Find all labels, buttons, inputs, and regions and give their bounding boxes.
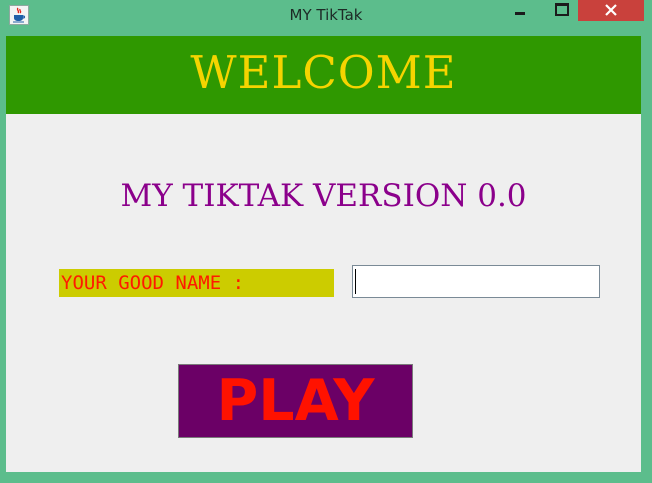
name-label: YOUR GOOD NAME : bbox=[59, 269, 334, 297]
play-button[interactable]: PLAY bbox=[178, 364, 413, 438]
close-button[interactable] bbox=[578, 0, 644, 21]
text-caret bbox=[355, 269, 356, 294]
minimize-button[interactable] bbox=[504, 0, 534, 21]
welcome-banner: WELCOME bbox=[6, 36, 641, 114]
maximize-button[interactable] bbox=[545, 0, 575, 21]
welcome-heading: WELCOME bbox=[190, 46, 457, 99]
name-input[interactable] bbox=[352, 265, 600, 298]
content-panel: WELCOME MY TIKTAK VERSION 0.0 YOUR GOOD … bbox=[6, 36, 641, 472]
maximize-icon bbox=[555, 3, 569, 16]
close-icon bbox=[605, 4, 617, 16]
title-bar[interactable]: MY TikTak bbox=[0, 0, 652, 31]
version-heading: MY TIKTAK VERSION 0.0 bbox=[120, 178, 527, 214]
minimize-icon bbox=[515, 12, 525, 15]
